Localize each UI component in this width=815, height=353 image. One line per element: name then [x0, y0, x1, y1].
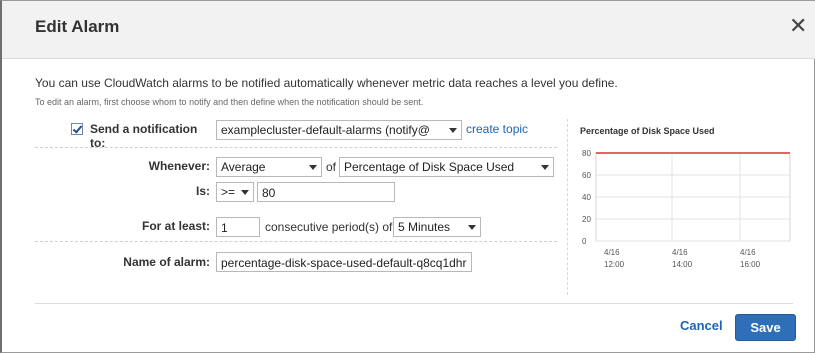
- operator-value: >=: [221, 185, 236, 199]
- divider: [35, 241, 557, 242]
- create-topic-link[interactable]: create topic: [466, 122, 528, 136]
- operator-select[interactable]: >=: [216, 182, 254, 202]
- metric-value: Percentage of Disk Space Used: [344, 160, 515, 174]
- y-tick-label: 80: [582, 149, 591, 158]
- statistic-value: Average: [221, 160, 266, 174]
- alarm-name-label: Name of alarm:: [123, 255, 210, 269]
- y-tick-label: 0: [582, 237, 587, 246]
- edit-alarm-dialog: Edit Alarm ✕ You can use CloudWatch alar…: [0, 0, 815, 353]
- y-tick-label: 20: [582, 215, 591, 224]
- send-notification-checkbox[interactable]: [71, 123, 83, 135]
- send-notification-label: Send a notification to:: [90, 122, 198, 150]
- consecutive-periods-text: consecutive period(s) of: [265, 220, 393, 234]
- cancel-button[interactable]: Cancel: [680, 318, 723, 333]
- period-length-value: 5 Minutes: [398, 220, 451, 234]
- intro-hint: To edit an alarm, first choose whom to n…: [35, 97, 424, 107]
- notification-topic-value: examplecluster-default-alarms (notify@: [221, 123, 430, 137]
- notification-topic-select[interactable]: examplecluster-default-alarms (notify@: [216, 120, 462, 140]
- metric-select[interactable]: Percentage of Disk Space Used: [339, 157, 554, 177]
- chevron-down-icon: [541, 165, 549, 170]
- x-tick-date: 4/16: [740, 248, 756, 257]
- threshold-input[interactable]: 80: [257, 182, 395, 202]
- of-text: of: [326, 160, 337, 174]
- divider: [35, 147, 557, 148]
- metric-chart: 80 60 40 20 0 4/16 12:00 4/16 14:00 4/16 16:00: [582, 149, 791, 269]
- footer-divider: [35, 303, 793, 304]
- x-tick-time: 14:00: [672, 260, 693, 269]
- x-tick-time: 12:00: [604, 260, 625, 269]
- y-tick-label: 40: [582, 193, 591, 202]
- whenever-label: Whenever:: [148, 159, 210, 173]
- y-tick-label: 60: [582, 171, 591, 180]
- dialog-header: Edit Alarm ✕: [2, 1, 815, 59]
- dialog-title: Edit Alarm: [35, 17, 120, 36]
- for-at-least-label: For at least:: [141, 219, 210, 233]
- period-length-select[interactable]: 5 Minutes: [393, 217, 481, 237]
- chevron-down-icon: [309, 165, 317, 170]
- x-tick-time: 16:00: [740, 260, 761, 269]
- alarm-name-input[interactable]: percentage-disk-space-used-default-q8cq1…: [216, 252, 472, 272]
- save-button[interactable]: Save: [735, 314, 796, 341]
- chart-title: Percentage of Disk Space Used: [580, 126, 715, 136]
- x-tick-date: 4/16: [672, 248, 688, 257]
- panel-divider: [567, 119, 568, 295]
- is-label: Is:: [195, 184, 210, 198]
- intro-text: You can use CloudWatch alarms to be noti…: [35, 76, 618, 90]
- periods-input[interactable]: 1: [216, 217, 260, 237]
- statistic-select[interactable]: Average: [216, 157, 322, 177]
- chevron-down-icon: [241, 190, 249, 195]
- close-icon[interactable]: ✕: [789, 15, 807, 37]
- chevron-down-icon: [449, 128, 457, 133]
- chevron-down-icon: [468, 225, 476, 230]
- x-tick-date: 4/16: [604, 248, 620, 257]
